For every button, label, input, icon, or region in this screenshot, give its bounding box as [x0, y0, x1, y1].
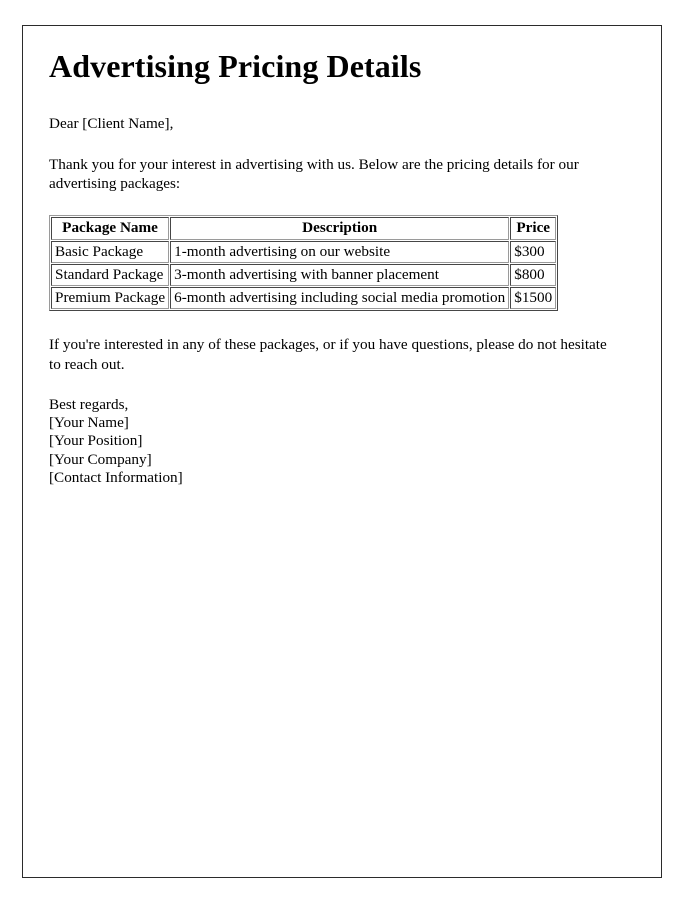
signature-position: [Your Position] [49, 432, 143, 450]
signature-name: [Your Name] [49, 414, 129, 432]
table-row: Standard Package 3-month advertising wit… [51, 263, 557, 287]
cell-description: 6-month advertising including social med… [170, 287, 510, 310]
page-title: Advertising Pricing Details [49, 48, 422, 84]
cell-price: $300 [510, 240, 557, 263]
column-header-description: Description [170, 217, 510, 240]
salutation-text: Dear [Client Name], [49, 114, 174, 132]
column-header-package-name: Package Name [51, 217, 170, 240]
signature-contact: [Contact Information] [49, 468, 183, 486]
signature-company: [Your Company] [49, 450, 152, 468]
pricing-table-head: Package Name Description Price [51, 217, 557, 240]
cell-price: $1500 [510, 287, 557, 310]
table-header-row: Package Name Description Price [51, 217, 557, 240]
cell-description: 1-month advertising on our website [170, 240, 510, 263]
pricing-table: Package Name Description Price Basic Pac… [49, 215, 559, 312]
column-header-price: Price [510, 217, 557, 240]
pricing-table-body: Basic Package 1-month advertising on our… [51, 240, 557, 310]
closing-paragraph: If you're interested in any of these pac… [49, 336, 607, 373]
table-row: Basic Package 1-month advertising on our… [51, 240, 557, 263]
cell-price: $800 [510, 263, 557, 287]
table-row: Premium Package 6-month advertising incl… [51, 287, 557, 310]
document-content: Advertising Pricing Details Dear [Client… [23, 26, 661, 509]
cell-package-name: Premium Package [51, 287, 170, 310]
document-page: Advertising Pricing Details Dear [Client… [22, 25, 662, 878]
cell-package-name: Standard Package [51, 263, 170, 287]
pricing-table-container: Package Name Description Price Basic Pac… [49, 215, 635, 312]
cell-description: 3-month advertising with banner placemen… [170, 263, 510, 287]
signature-block: Best regards, [Your Name] [Your Position… [49, 396, 635, 487]
cell-package-name: Basic Package [51, 240, 170, 263]
intro-paragraph: Thank you for your interest in advertisi… [49, 155, 579, 193]
signature-closing: Best regards, [49, 395, 129, 413]
